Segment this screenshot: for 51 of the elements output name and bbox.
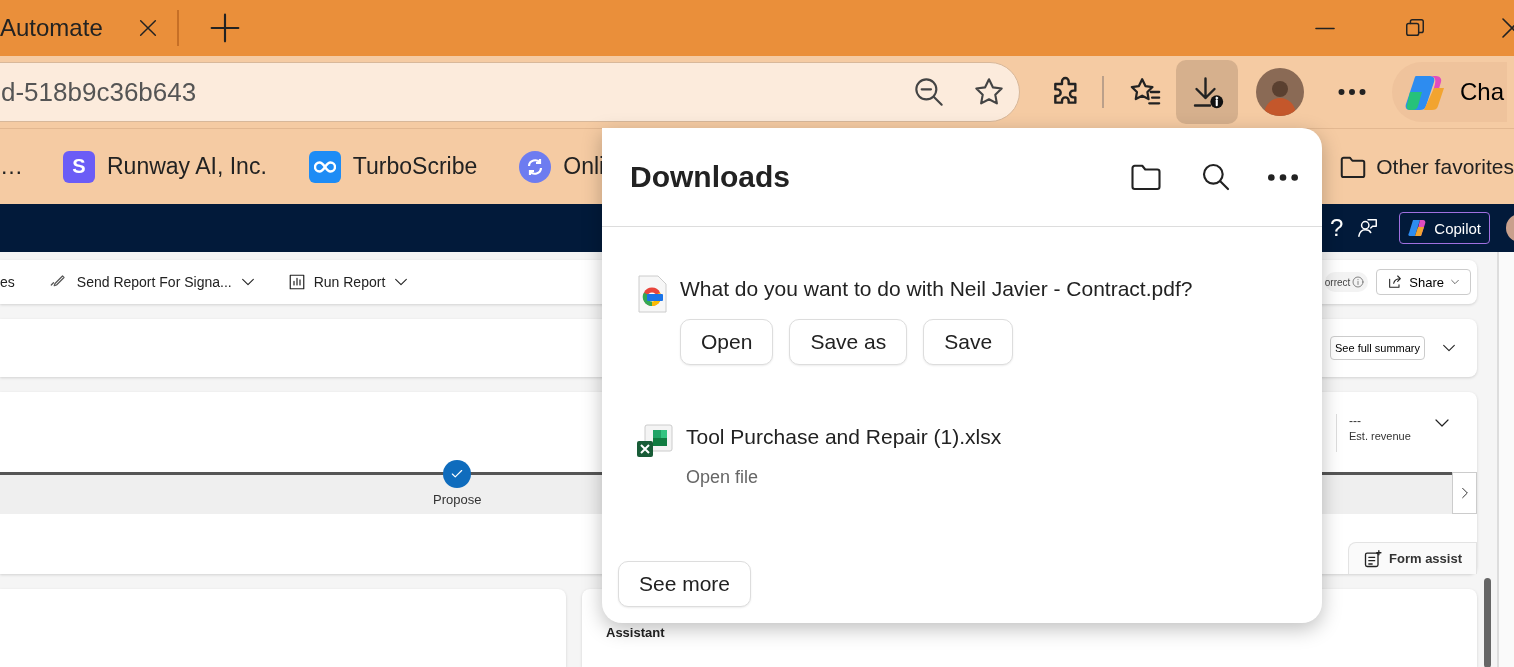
favorite-link[interactable]: S Runway AI, Inc. [63,150,267,183]
field-value: --- [1349,414,1362,428]
favorite-link[interactable]: … [0,153,23,180]
more-icon [1268,173,1298,181]
command-button[interactable]: es [0,274,15,290]
spreadsheet-file-icon [636,423,674,459]
info-icon [1352,276,1365,288]
sync-icon [519,150,552,183]
download-prompt: What do you want to do with Neil Javier - Contract.pdf? [680,277,1193,301]
download-action-button[interactable]: Open [680,319,774,365]
zoom-out-icon [913,76,945,108]
search-icon [1200,161,1232,193]
card-title: Assistant [606,625,665,640]
copilot-button[interactable]: Copilot [1399,212,1490,244]
app-icon: S [63,150,95,183]
stage-label: Propose [433,492,482,507]
more-icon [1338,89,1366,95]
see-full-summary-button[interactable]: See full summary [1330,336,1425,360]
restore-icon [1404,17,1426,39]
form-assist-button[interactable]: Form assist [1348,542,1477,574]
other-favorites-folder[interactable]: Other favorites [1338,151,1514,182]
chevron-down-icon [1450,277,1460,287]
open-file-link[interactable]: Open file [686,467,1002,488]
download-action-button[interactable]: Save as [789,319,908,365]
plus-icon [208,12,241,44]
see-more-button[interactable]: See more [618,561,752,607]
feedback-icon [1357,217,1380,239]
profile-avatar[interactable] [1256,68,1304,116]
downloads-button[interactable] [1176,60,1238,124]
file-name[interactable]: Tool Purchase and Repair (1).xlsx [686,425,1002,449]
check-icon [450,467,465,481]
scrollbar-thumb[interactable] [1483,578,1491,667]
share-button[interactable]: Share [1376,269,1471,295]
command-button[interactable]: Send Report For Signa... [46,273,256,291]
pdf-file-icon [636,275,668,313]
minimize-icon [1314,26,1336,30]
copilot-button[interactable]: Cha [1392,62,1507,122]
address-bar[interactable]: d-518b9c36b643 [0,62,1020,122]
download-action-button[interactable]: Save [923,319,1014,365]
report-icon [287,273,306,291]
form-icon [1363,548,1383,569]
favorite-link[interactable]: TurboScribe [308,150,478,183]
help-button[interactable]: ? [1329,214,1344,242]
share-icon [1387,274,1404,290]
notice-pill: orrect [1324,272,1369,292]
infinity-icon [308,150,341,183]
panel-title: Downloads [630,160,791,194]
tab-title[interactable]: Automate [0,14,103,42]
field-label: Est. revenue [1349,430,1412,442]
command-button[interactable]: Run Report [287,273,410,291]
stage-marker[interactable] [443,460,472,488]
